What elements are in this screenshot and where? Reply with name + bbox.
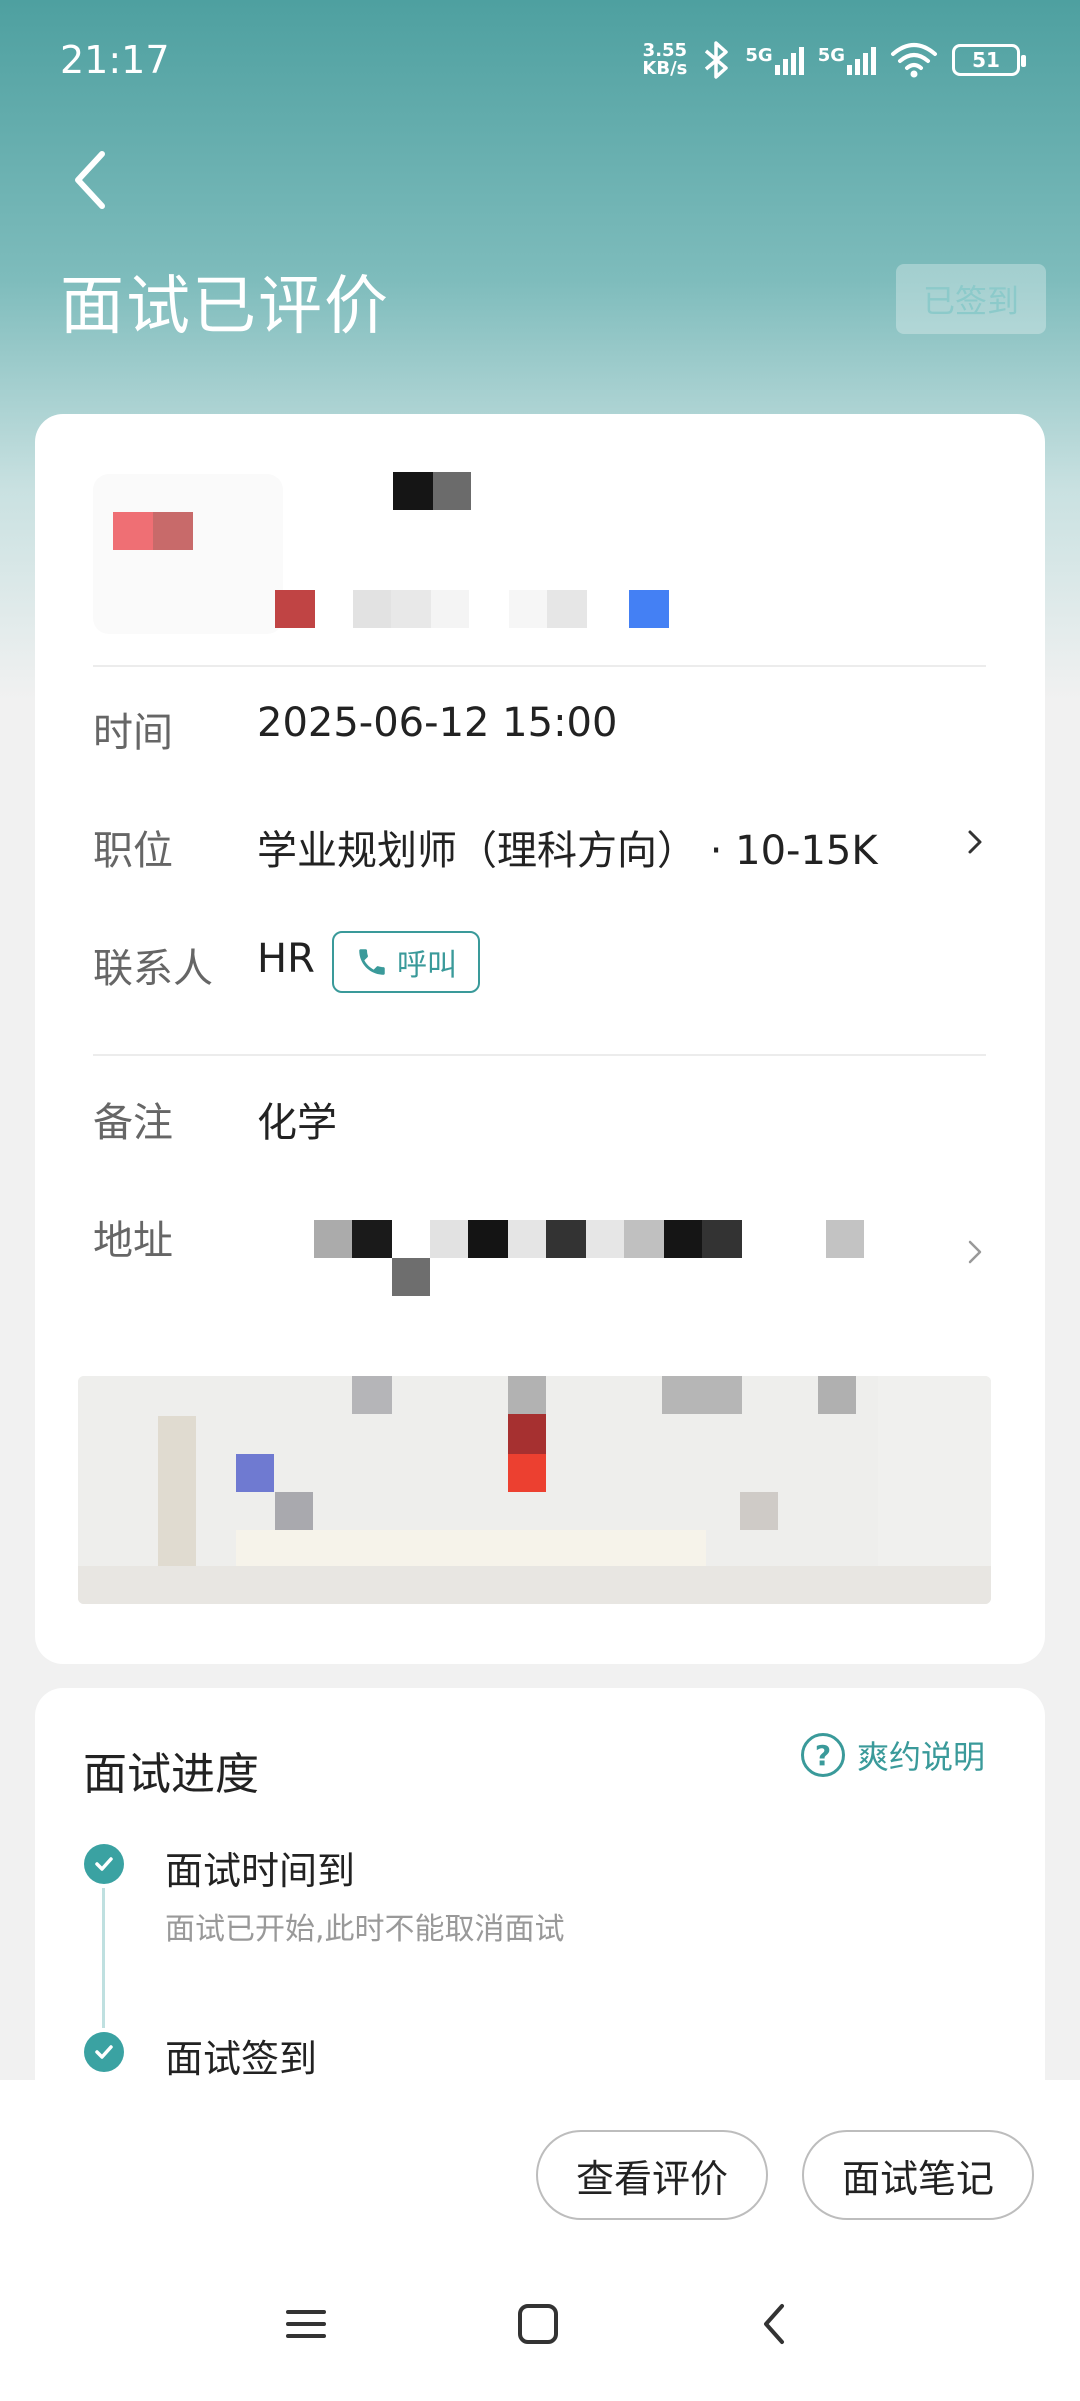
call-button[interactable]: 呼叫	[332, 931, 480, 993]
step-description: 面试已开始,此时不能取消面试	[165, 1912, 565, 1947]
check-icon	[84, 2032, 124, 2072]
divider	[93, 1054, 986, 1056]
signal-5g-1-label: 5G	[745, 45, 773, 66]
position-value[interactable]: 学业规划师（理科方向） · 10-15K	[257, 818, 878, 876]
question-icon: ?	[801, 1733, 845, 1777]
chevron-right-icon[interactable]	[965, 1234, 985, 1270]
help-label: 爽约说明	[857, 1738, 986, 1776]
divider	[93, 665, 986, 667]
phone-icon	[359, 949, 385, 975]
bottom-action-bar: 查看评价 面试笔记	[0, 2080, 1080, 2401]
chevron-right-icon[interactable]	[965, 824, 985, 860]
time-value: 2025-06-12 15:00	[257, 700, 618, 746]
status-time: 21:17	[60, 38, 170, 82]
signal-5g-2-label: 5G	[817, 45, 845, 66]
status-icons: 3.55 KB/s 5G 5G 51	[642, 40, 1026, 80]
network-speed-unit: KB/s	[642, 58, 688, 79]
signal-5g-2-icon: 5G	[818, 45, 876, 75]
signal-5g-1-icon: 5G	[745, 45, 804, 75]
note-value: 化学	[257, 1100, 337, 1146]
contact-value: HR	[257, 936, 315, 982]
interview-notes-button[interactable]: 面试笔记	[802, 2130, 1034, 2220]
call-label: 呼叫	[397, 948, 457, 983]
check-icon	[84, 1844, 124, 1884]
contact-label: 联系人	[93, 946, 213, 992]
network-speed: 3.55 KB/s	[642, 42, 687, 78]
interview-info-card: 时间 2025-06-12 15:00 职位 学业规划师（理科方向） · 10-…	[35, 414, 1045, 1664]
back-button[interactable]	[66, 140, 126, 220]
location-map-redacted[interactable]	[78, 1376, 991, 1604]
step-connector	[102, 1888, 105, 2028]
battery-indicator: 51	[952, 44, 1026, 76]
note-label: 备注	[93, 1100, 173, 1146]
interview-detail-page: 21:17 3.55 KB/s 5G 5G 51 面试已评价 已签到 时间 20…	[0, 0, 1080, 2401]
checked-in-badge: 已签到	[896, 264, 1046, 334]
home-icon[interactable]	[514, 2300, 562, 2348]
interview-progress-card: 面试进度 ? 爽约说明 面试时间到 面试已开始,此时不能取消面试 面试签到	[35, 1688, 1045, 2108]
address-label: 地址	[93, 1218, 173, 1264]
view-review-button[interactable]: 查看评价	[536, 2130, 768, 2220]
status-bar: 21:17 3.55 KB/s 5G 5G 51	[0, 0, 1080, 120]
back-nav-icon[interactable]	[752, 2300, 800, 2348]
step-title: 面试时间到	[165, 1849, 356, 1893]
position-label: 职位	[93, 828, 173, 874]
chevron-left-icon	[75, 151, 105, 209]
page-title: 面试已评价	[60, 270, 390, 344]
no-show-explanation-link[interactable]: ? 爽约说明	[801, 1732, 985, 1778]
time-label: 时间	[93, 710, 173, 756]
wifi-icon	[891, 43, 937, 78]
step-title: 面试签到	[165, 2037, 318, 2081]
bluetooth-icon	[705, 41, 729, 79]
progress-title: 面试进度	[83, 1749, 259, 1800]
company-logo	[93, 474, 283, 634]
menu-icon[interactable]	[282, 2300, 330, 2348]
